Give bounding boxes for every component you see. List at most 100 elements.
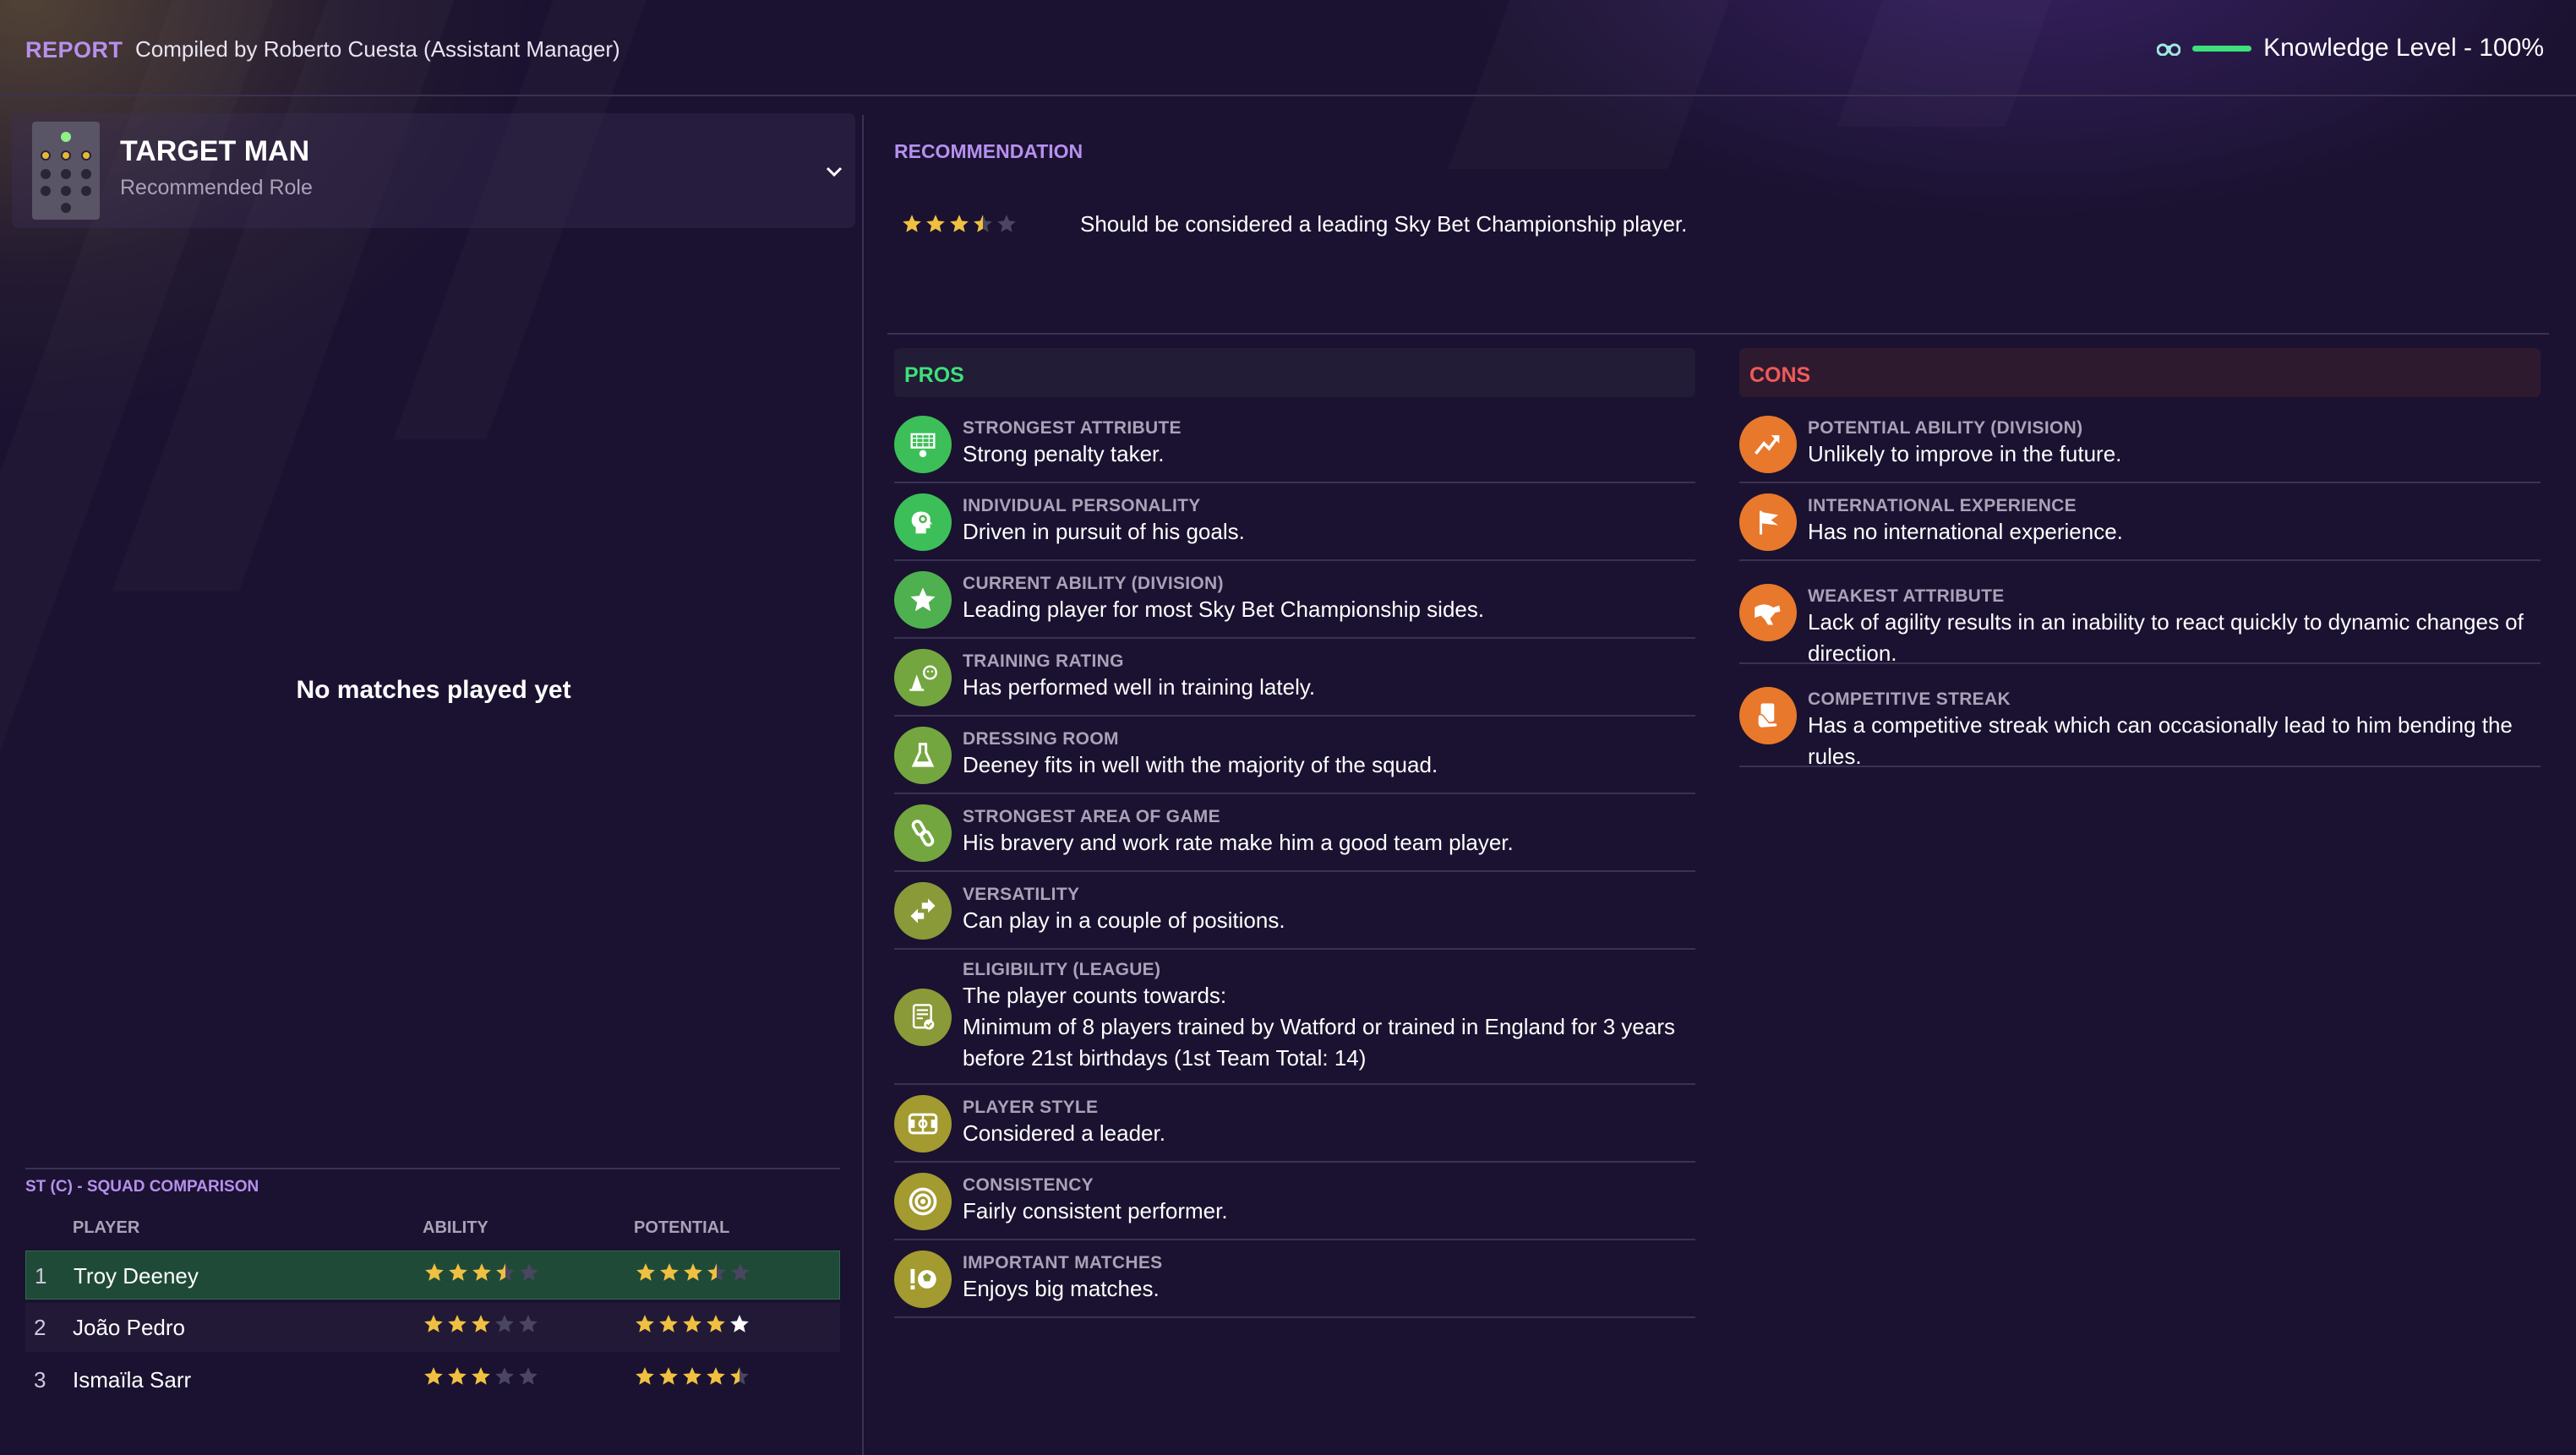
role-title: TARGET MAN	[120, 135, 310, 167]
ability-stars	[423, 1365, 539, 1387]
list-item: DRESSING ROOM Deeney fits in well with th…	[894, 717, 1695, 794]
star-icon	[684, 1263, 702, 1281]
card-hand-icon	[1739, 687, 1797, 744]
item-text: Fairly consistent performer.	[963, 1198, 1228, 1223]
training-cone-icon	[894, 649, 952, 706]
recommendation-title: RECOMMENDATION	[894, 140, 1083, 162]
running-player-icon	[1739, 584, 1797, 641]
star-icon	[730, 1315, 749, 1332]
chain-link-icon	[894, 804, 952, 862]
item-text: Strong penalty taker.	[963, 441, 1165, 466]
document-check-icon	[894, 989, 952, 1046]
pitch-icon	[894, 1095, 952, 1153]
table-row[interactable]: 2 João Pedro	[25, 1303, 840, 1352]
pros-header: PROS	[894, 348, 1695, 397]
star-icon	[926, 215, 945, 232]
item-text: Has a competitive streak which can occas…	[1808, 712, 2513, 769]
potential-stars	[634, 1365, 750, 1387]
role-subtitle: Recommended Role	[120, 176, 313, 199]
ability-stars	[423, 1313, 539, 1335]
item-text: Has performed well in training lately.	[963, 674, 1316, 700]
knowledge-level-text: Knowledge Level - 100%	[2263, 34, 2544, 62]
star-icon	[495, 1315, 514, 1332]
item-label: VERSATILITY	[963, 885, 1080, 904]
divider	[25, 1168, 840, 1169]
recommendation-stars	[901, 213, 1018, 235]
item-text: Leading player for most Sky Bet Champion…	[963, 597, 1485, 622]
list-item: POTENTIAL ABILITY (DIVISION) Unlikely to …	[1739, 406, 2541, 483]
item-text: Driven in pursuit of his goals.	[963, 519, 1245, 544]
half-star-icon	[974, 215, 992, 232]
row-rank: 3	[34, 1367, 46, 1392]
target-icon	[894, 1173, 952, 1230]
item-text: The player counts towards: Minimum of 8 p…	[963, 983, 1675, 1071]
potential-stars	[634, 1313, 750, 1335]
cons-header: CONS	[1739, 348, 2541, 397]
star-icon	[424, 1315, 443, 1332]
list-item: STRONGEST AREA OF GAME His bravery and wo…	[894, 794, 1695, 872]
item-label: DRESSING ROOM	[963, 729, 1119, 749]
star-icon	[683, 1315, 701, 1332]
star-icon	[636, 1263, 655, 1281]
list-item: WEAKEST ATTRIBUTE Lack of agility results…	[1739, 561, 2541, 666]
knowledge-level: Knowledge Level - 100%	[2157, 34, 2544, 63]
half-star-icon	[707, 1263, 726, 1281]
recommendation-text: Should be considered a leading Sky Bet C…	[1080, 211, 1688, 237]
star-icon	[683, 1367, 701, 1385]
table-row[interactable]: 3 Ismaïla Sarr	[25, 1355, 840, 1404]
knowledge-progress-bar	[2192, 45, 2252, 52]
item-text: Lack of agility results in an inability …	[1808, 609, 2524, 666]
player-name[interactable]: Troy Deeney	[74, 1263, 199, 1289]
star-icon	[520, 1263, 538, 1281]
star-icon	[472, 1367, 490, 1385]
column-divider	[862, 115, 864, 1455]
player-name[interactable]: João Pedro	[73, 1315, 185, 1341]
column-ability: ABILITY	[423, 1218, 488, 1237]
chevron-down-icon[interactable]	[825, 157, 843, 183]
column-potential: POTENTIAL	[634, 1218, 730, 1237]
list-item: CURRENT ABILITY (DIVISION) Leading player…	[894, 561, 1695, 639]
item-label: POTENTIAL ABILITY (DIVISION)	[1808, 418, 2083, 438]
table-row[interactable]: 1 Troy Deeney	[25, 1251, 840, 1300]
half-star-icon	[496, 1263, 515, 1281]
star-icon	[707, 1367, 725, 1385]
column-player: PLAYER	[73, 1218, 140, 1237]
star-icon	[659, 1315, 678, 1332]
item-text: His bravery and work rate make him a goo…	[963, 830, 1514, 855]
recommended-role-dropdown[interactable]: TARGET MAN Recommended Role	[12, 113, 855, 228]
item-label: INTERNATIONAL EXPERIENCE	[1808, 496, 2077, 515]
row-rank: 1	[35, 1263, 47, 1289]
star-icon	[660, 1263, 679, 1281]
star-icon	[894, 571, 952, 629]
list-item: PLAYER STYLE Considered a leader.	[894, 1085, 1695, 1163]
item-text: Unlikely to improve in the future.	[1808, 441, 2122, 466]
item-label: ELIGIBILITY (LEAGUE)	[963, 960, 1161, 979]
squad-comparison-title: ST (C) - SQUAD COMPARISON	[25, 1178, 259, 1196]
star-icon	[659, 1367, 678, 1385]
item-label: COMPETITIVE STREAK	[1808, 689, 2011, 709]
list-item: ELIGIBILITY (LEAGUE) The player counts to…	[894, 950, 1695, 1085]
item-text: Can play in a couple of positions.	[963, 907, 1285, 933]
ability-stars	[423, 1262, 540, 1283]
ball-exclaim-icon	[894, 1251, 952, 1308]
item-label: CURRENT ABILITY (DIVISION)	[963, 574, 1224, 593]
item-text: Has no international experience.	[1808, 519, 2123, 544]
head-profile-icon	[894, 493, 952, 551]
potential-stars	[635, 1262, 751, 1283]
flask-icon	[894, 727, 952, 784]
player-name[interactable]: Ismaïla Sarr	[73, 1367, 191, 1393]
star-icon	[636, 1367, 654, 1385]
swap-arrows-icon	[894, 882, 952, 940]
star-icon	[731, 1263, 750, 1281]
list-item: INTERNATIONAL EXPERIENCE Has no internati…	[1739, 483, 2541, 561]
trend-up-icon	[1739, 416, 1797, 473]
item-label: CONSISTENCY	[963, 1175, 1094, 1195]
star-icon	[472, 1315, 490, 1332]
item-text: Considered a leader.	[963, 1120, 1165, 1146]
item-label: TRAINING RATING	[963, 651, 1124, 671]
item-label: INDIVIDUAL PERSONALITY	[963, 496, 1201, 515]
star-icon	[495, 1367, 514, 1385]
star-icon	[519, 1367, 538, 1385]
star-icon	[449, 1263, 467, 1281]
star-icon	[448, 1315, 467, 1332]
